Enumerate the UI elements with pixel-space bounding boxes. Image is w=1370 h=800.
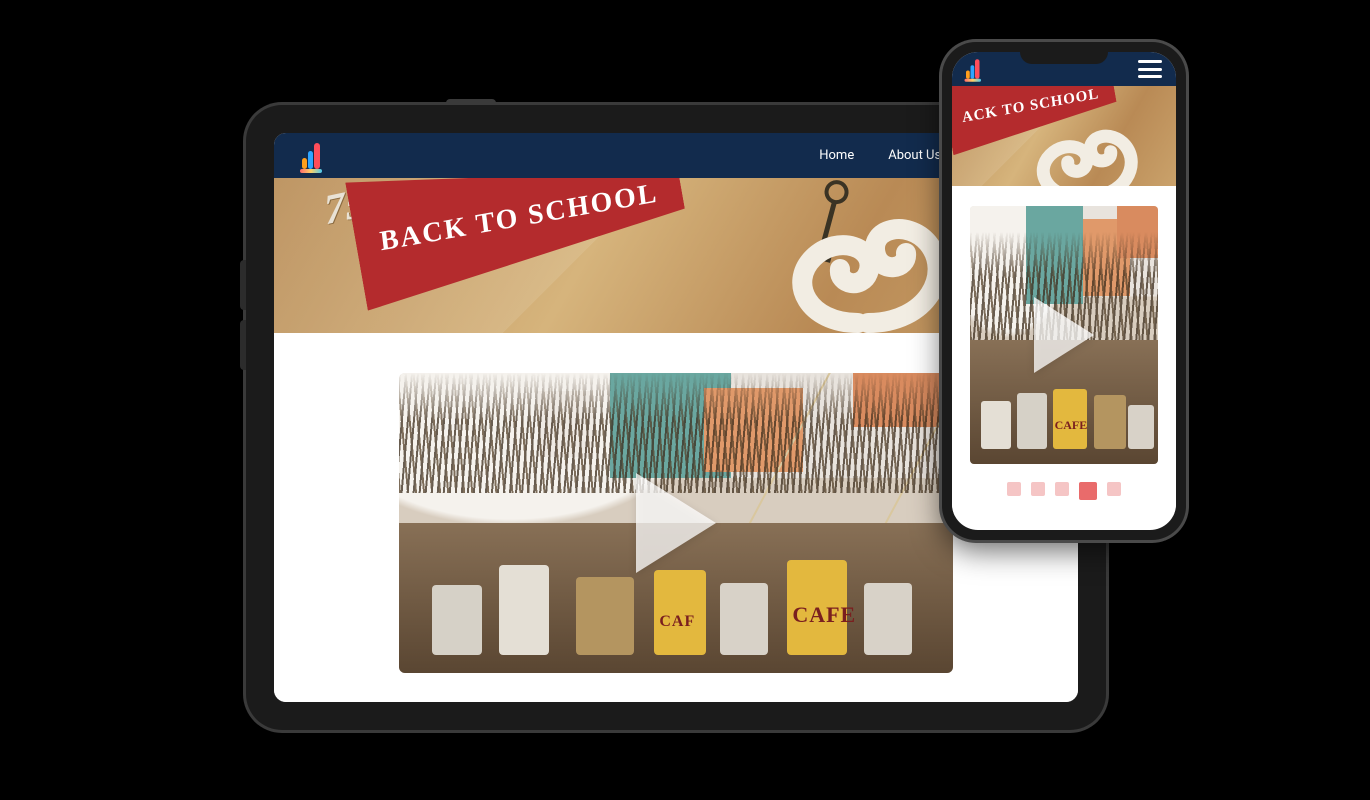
- phone-device: ACK TO SCHOOL CAFE: [942, 42, 1186, 540]
- phone-notch: [1020, 46, 1108, 64]
- play-overlay: [970, 206, 1158, 464]
- play-icon[interactable]: [1034, 297, 1094, 373]
- nav-link-home[interactable]: Home: [819, 148, 854, 163]
- phone-screen: ACK TO SCHOOL CAFE: [952, 52, 1176, 530]
- carousel-dot[interactable]: [1107, 482, 1121, 496]
- brand-logo-icon[interactable]: [966, 59, 983, 79]
- phone-hero-image: ACK TO SCHOOL: [952, 86, 1176, 186]
- play-icon[interactable]: [636, 473, 716, 573]
- play-overlay: [399, 373, 953, 673]
- swirl-ornament-icon: [1021, 100, 1151, 186]
- phone-video-thumbnail[interactable]: CAFE: [970, 206, 1158, 464]
- carousel-dot-active[interactable]: [1079, 482, 1097, 500]
- carousel-dots: [970, 482, 1158, 500]
- carousel-dot[interactable]: [1031, 482, 1045, 496]
- swirl-ornament-icon: [768, 178, 968, 333]
- carousel-dot[interactable]: [1007, 482, 1021, 496]
- video-thumbnail[interactable]: CAFE CAF: [399, 373, 953, 673]
- phone-content-area: CAFE: [952, 186, 1176, 516]
- menu-icon[interactable]: [1138, 60, 1162, 78]
- tablet-power-button: [446, 99, 496, 105]
- carousel-dot[interactable]: [1055, 482, 1069, 496]
- nav-link-about[interactable]: About Us: [888, 148, 941, 163]
- brand-logo-icon[interactable]: [302, 143, 324, 169]
